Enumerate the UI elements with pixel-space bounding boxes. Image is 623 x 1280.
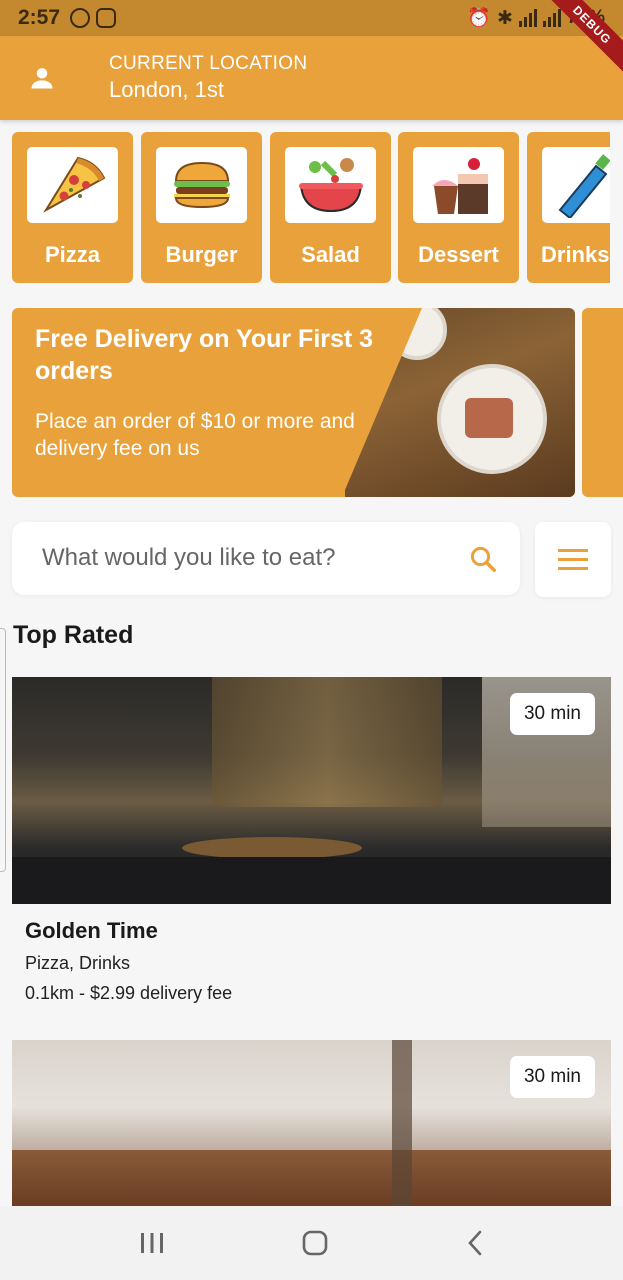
- category-label: Burger: [165, 242, 238, 267]
- person-icon: [31, 68, 53, 89]
- category-salad[interactable]: Salad: [270, 132, 391, 283]
- restaurant-card[interactable]: 30 min: [12, 1040, 611, 1206]
- search-bar[interactable]: What would you like to eat?: [12, 522, 520, 595]
- search-input[interactable]: What would you like to eat?: [42, 544, 336, 572]
- delivery-time-badge: 30 min: [509, 1056, 595, 1098]
- restaurant-delivery: 0.1km - $2.99 delivery fee: [25, 983, 233, 1003]
- location-value: London, 1st: [109, 77, 224, 102]
- pizza-icon: [27, 147, 118, 223]
- edge-panel-handle[interactable]: [0, 628, 6, 872]
- status-bar: 2:57 ⏰ ✱ 77%: [0, 0, 623, 36]
- section-title: Top Rated: [13, 621, 134, 649]
- restaurant-photo: 30 min: [12, 1040, 611, 1206]
- home-icon[interactable]: [302, 1230, 328, 1256]
- category-drinks[interactable]: Drinks: [527, 132, 610, 283]
- search-icon[interactable]: [468, 544, 498, 574]
- filter-menu-button[interactable]: [535, 522, 611, 597]
- promo-banner-next[interactable]: [582, 308, 623, 497]
- burger-icon: [156, 147, 247, 223]
- category-label: Salad: [301, 242, 360, 267]
- message-notification-icon: [96, 8, 117, 28]
- recent-apps-icon[interactable]: [139, 1231, 165, 1255]
- system-nav-bar: [0, 1206, 623, 1280]
- signal-icon: [518, 9, 537, 27]
- bluetooth-icon: ✱: [497, 7, 513, 29]
- notification-icons: [70, 8, 117, 28]
- salad-icon: [285, 147, 376, 223]
- alarm-icon: ⏰: [467, 8, 492, 29]
- status-time: 2:57: [18, 6, 61, 29]
- category-burger[interactable]: Burger: [141, 132, 262, 283]
- dessert-icon: [413, 147, 504, 223]
- current-location[interactable]: CURRENT LOCATION London, 1st: [109, 53, 307, 103]
- restaurant-card[interactable]: 30 min Golden Time Pizza, Drinks 0.1km -…: [12, 677, 611, 1004]
- restaurant-name: Golden Time: [25, 918, 158, 943]
- category-label: Dessert: [418, 242, 499, 267]
- restaurant-photo: 30 min: [12, 677, 611, 904]
- category-label: Drinks: [541, 242, 610, 267]
- category-label: Pizza: [44, 242, 101, 267]
- restaurant-tags: Pizza, Drinks: [25, 953, 131, 973]
- promo-title: Free Delivery on Your First 3 orders: [35, 325, 374, 385]
- location-label: CURRENT LOCATION: [109, 53, 308, 74]
- category-pizza[interactable]: Pizza: [12, 132, 133, 283]
- profile-button[interactable]: [0, 64, 84, 92]
- delivery-time-badge: 30 min: [509, 693, 595, 735]
- app-notification-icon: [70, 8, 91, 28]
- promo-subtitle: Place an order of $10 or more and delive…: [35, 410, 355, 460]
- category-dessert[interactable]: Dessert: [398, 132, 519, 283]
- drinks-icon: [542, 147, 610, 223]
- app-bar: CURRENT LOCATION London, 1st: [0, 36, 623, 120]
- promo-banner[interactable]: Free Delivery on Your First 3 orders Pla…: [12, 308, 575, 497]
- category-list: Pizza Burger Salad Dessert Drinks: [12, 132, 610, 284]
- signal-icon-2: [542, 9, 561, 27]
- menu-icon: [558, 548, 588, 570]
- back-icon[interactable]: [466, 1230, 484, 1256]
